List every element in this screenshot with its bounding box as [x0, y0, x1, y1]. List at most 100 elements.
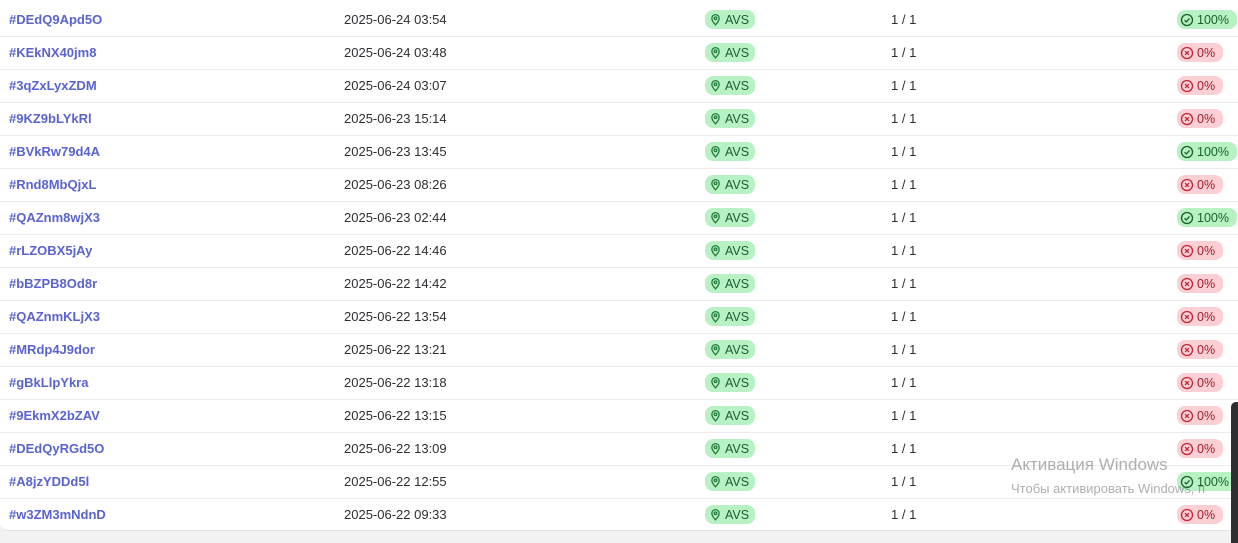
table-row[interactable]: #Rnd8MbQjxL 2025-06-23 08:26 AVS 1 / 1 0%: [0, 168, 1238, 202]
score-badge: 0%: [1177, 439, 1224, 458]
count-cell: 1 / 1: [891, 276, 917, 291]
count-cell: 1 / 1: [891, 408, 917, 423]
x-circle-icon: [1180, 409, 1194, 423]
count-cell: 1 / 1: [891, 144, 917, 159]
score-badge: 100%: [1177, 472, 1237, 491]
order-id-link[interactable]: #9EkmX2bZAV: [9, 399, 100, 432]
table-row[interactable]: #9EkmX2bZAV 2025-06-22 13:15 AVS 1 / 1 0%: [0, 399, 1238, 433]
type-badge: AVS: [705, 439, 756, 458]
table-row[interactable]: #DEdQyRGd5O 2025-06-22 13:09 AVS 1 / 1 0%: [0, 432, 1238, 466]
order-id-link[interactable]: #gBkLlpYkra: [9, 366, 88, 399]
count-cell: 1 / 1: [891, 78, 917, 93]
check-circle-icon: [1180, 13, 1194, 27]
type-label: AVS: [725, 45, 750, 60]
score-label: 0%: [1197, 177, 1216, 192]
count-cell: 1 / 1: [891, 177, 917, 192]
map-pin-icon: [709, 409, 722, 422]
date-cell: 2025-06-24 03:07: [344, 78, 447, 93]
table-row[interactable]: #3qZxLyxZDM 2025-06-24 03:07 AVS 1 / 1 0%: [0, 69, 1238, 103]
order-id-link[interactable]: #A8jzYDDd5l: [9, 465, 89, 498]
type-label: AVS: [725, 474, 750, 489]
count-cell: 1 / 1: [891, 111, 917, 126]
x-circle-icon: [1180, 112, 1194, 126]
map-pin-icon: [709, 112, 722, 125]
table-row[interactable]: #QAZnm8wjX3 2025-06-23 02:44 AVS 1 / 1 100%: [0, 201, 1238, 235]
type-badge: AVS: [705, 76, 756, 95]
x-circle-icon: [1180, 178, 1194, 192]
order-id-link[interactable]: #rLZOBX5jAy: [9, 234, 92, 267]
score-label: 0%: [1197, 375, 1216, 390]
map-pin-icon: [709, 277, 722, 290]
date-cell: 2025-06-22 13:21: [344, 342, 447, 357]
date-cell: 2025-06-23 02:44: [344, 210, 447, 225]
x-circle-icon: [1180, 277, 1194, 291]
results-table: #DEdQ9Apd5O 2025-06-24 03:54 AVS 1 / 1 100% #…: [0, 0, 1238, 531]
score-label: 0%: [1197, 441, 1216, 456]
score-label: 100%: [1197, 12, 1229, 27]
count-cell: 1 / 1: [891, 309, 917, 324]
table-row[interactable]: #QAZnmKLjX3 2025-06-22 13:54 AVS 1 / 1 0%: [0, 300, 1238, 334]
score-badge: 0%: [1177, 175, 1224, 194]
check-circle-icon: [1180, 475, 1194, 489]
score-label: 0%: [1197, 507, 1216, 522]
type-label: AVS: [725, 210, 750, 225]
table-row[interactable]: #A8jzYDDd5l 2025-06-22 12:55 AVS 1 / 1 100%: [0, 465, 1238, 499]
type-badge: AVS: [705, 142, 756, 161]
order-id-link[interactable]: #bBZPB8Od8r: [9, 267, 97, 300]
x-circle-icon: [1180, 310, 1194, 324]
count-cell: 1 / 1: [891, 45, 917, 60]
map-pin-icon: [709, 244, 722, 257]
score-badge: 0%: [1177, 307, 1224, 326]
table-row[interactable]: #MRdp4J9dor 2025-06-22 13:21 AVS 1 / 1 0%: [0, 333, 1238, 367]
order-id-link[interactable]: #DEdQyRGd5O: [9, 432, 104, 465]
scrollbar[interactable]: [1231, 402, 1238, 543]
table-row[interactable]: #KEkNX40jm8 2025-06-24 03:48 AVS 1 / 1 0%: [0, 36, 1238, 70]
order-id-link[interactable]: #3qZxLyxZDM: [9, 69, 97, 102]
score-label: 100%: [1197, 144, 1229, 159]
table-row[interactable]: #DEdQ9Apd5O 2025-06-24 03:54 AVS 1 / 1 100%: [0, 3, 1238, 37]
score-label: 0%: [1197, 276, 1216, 291]
order-id-link[interactable]: #w3ZM3mNdnD: [9, 498, 106, 530]
score-label: 0%: [1197, 111, 1216, 126]
order-id-link[interactable]: #Rnd8MbQjxL: [9, 168, 96, 201]
table-row[interactable]: #gBkLlpYkra 2025-06-22 13:18 AVS 1 / 1 0%: [0, 366, 1238, 400]
map-pin-icon: [709, 442, 722, 455]
table-row[interactable]: #rLZOBX5jAy 2025-06-22 14:46 AVS 1 / 1 0%: [0, 234, 1238, 268]
table-row[interactable]: #w3ZM3mNdnD 2025-06-22 09:33 AVS 1 / 1 0%: [0, 498, 1238, 530]
x-circle-icon: [1180, 343, 1194, 357]
map-pin-icon: [709, 46, 722, 59]
count-cell: 1 / 1: [891, 507, 917, 522]
order-id-link[interactable]: #9KZ9bLYkRl: [9, 102, 92, 135]
date-cell: 2025-06-24 03:54: [344, 12, 447, 27]
table-row[interactable]: #bBZPB8Od8r 2025-06-22 14:42 AVS 1 / 1 0%: [0, 267, 1238, 301]
type-label: AVS: [725, 243, 750, 258]
table-row[interactable]: #BVkRw79d4A 2025-06-23 13:45 AVS 1 / 1 100%: [0, 135, 1238, 169]
order-id-link[interactable]: #QAZnm8wjX3: [9, 201, 100, 234]
order-id-link[interactable]: #BVkRw79d4A: [9, 135, 100, 168]
score-label: 100%: [1197, 474, 1229, 489]
date-cell: 2025-06-22 12:55: [344, 474, 447, 489]
map-pin-icon: [709, 178, 722, 191]
order-id-link[interactable]: #MRdp4J9dor: [9, 333, 95, 366]
score-badge: 0%: [1177, 43, 1224, 62]
type-label: AVS: [725, 144, 750, 159]
type-label: AVS: [725, 177, 750, 192]
type-label: AVS: [725, 441, 750, 456]
score-badge: 0%: [1177, 109, 1224, 128]
order-id-link[interactable]: #QAZnmKLjX3: [9, 300, 100, 333]
check-circle-icon: [1180, 145, 1194, 159]
type-badge: AVS: [705, 274, 756, 293]
date-cell: 2025-06-24 03:48: [344, 45, 447, 60]
type-label: AVS: [725, 507, 750, 522]
order-id-link[interactable]: #DEdQ9Apd5O: [9, 3, 102, 36]
map-pin-icon: [709, 13, 722, 26]
date-cell: 2025-06-22 13:18: [344, 375, 447, 390]
type-badge: AVS: [705, 406, 756, 425]
score-badge: 0%: [1177, 340, 1224, 359]
table-row[interactable]: #9KZ9bLYkRl 2025-06-23 15:14 AVS 1 / 1 0%: [0, 102, 1238, 136]
count-cell: 1 / 1: [891, 375, 917, 390]
type-label: AVS: [725, 375, 750, 390]
order-id-link[interactable]: #KEkNX40jm8: [9, 36, 96, 69]
score-label: 0%: [1197, 408, 1216, 423]
date-cell: 2025-06-22 13:54: [344, 309, 447, 324]
